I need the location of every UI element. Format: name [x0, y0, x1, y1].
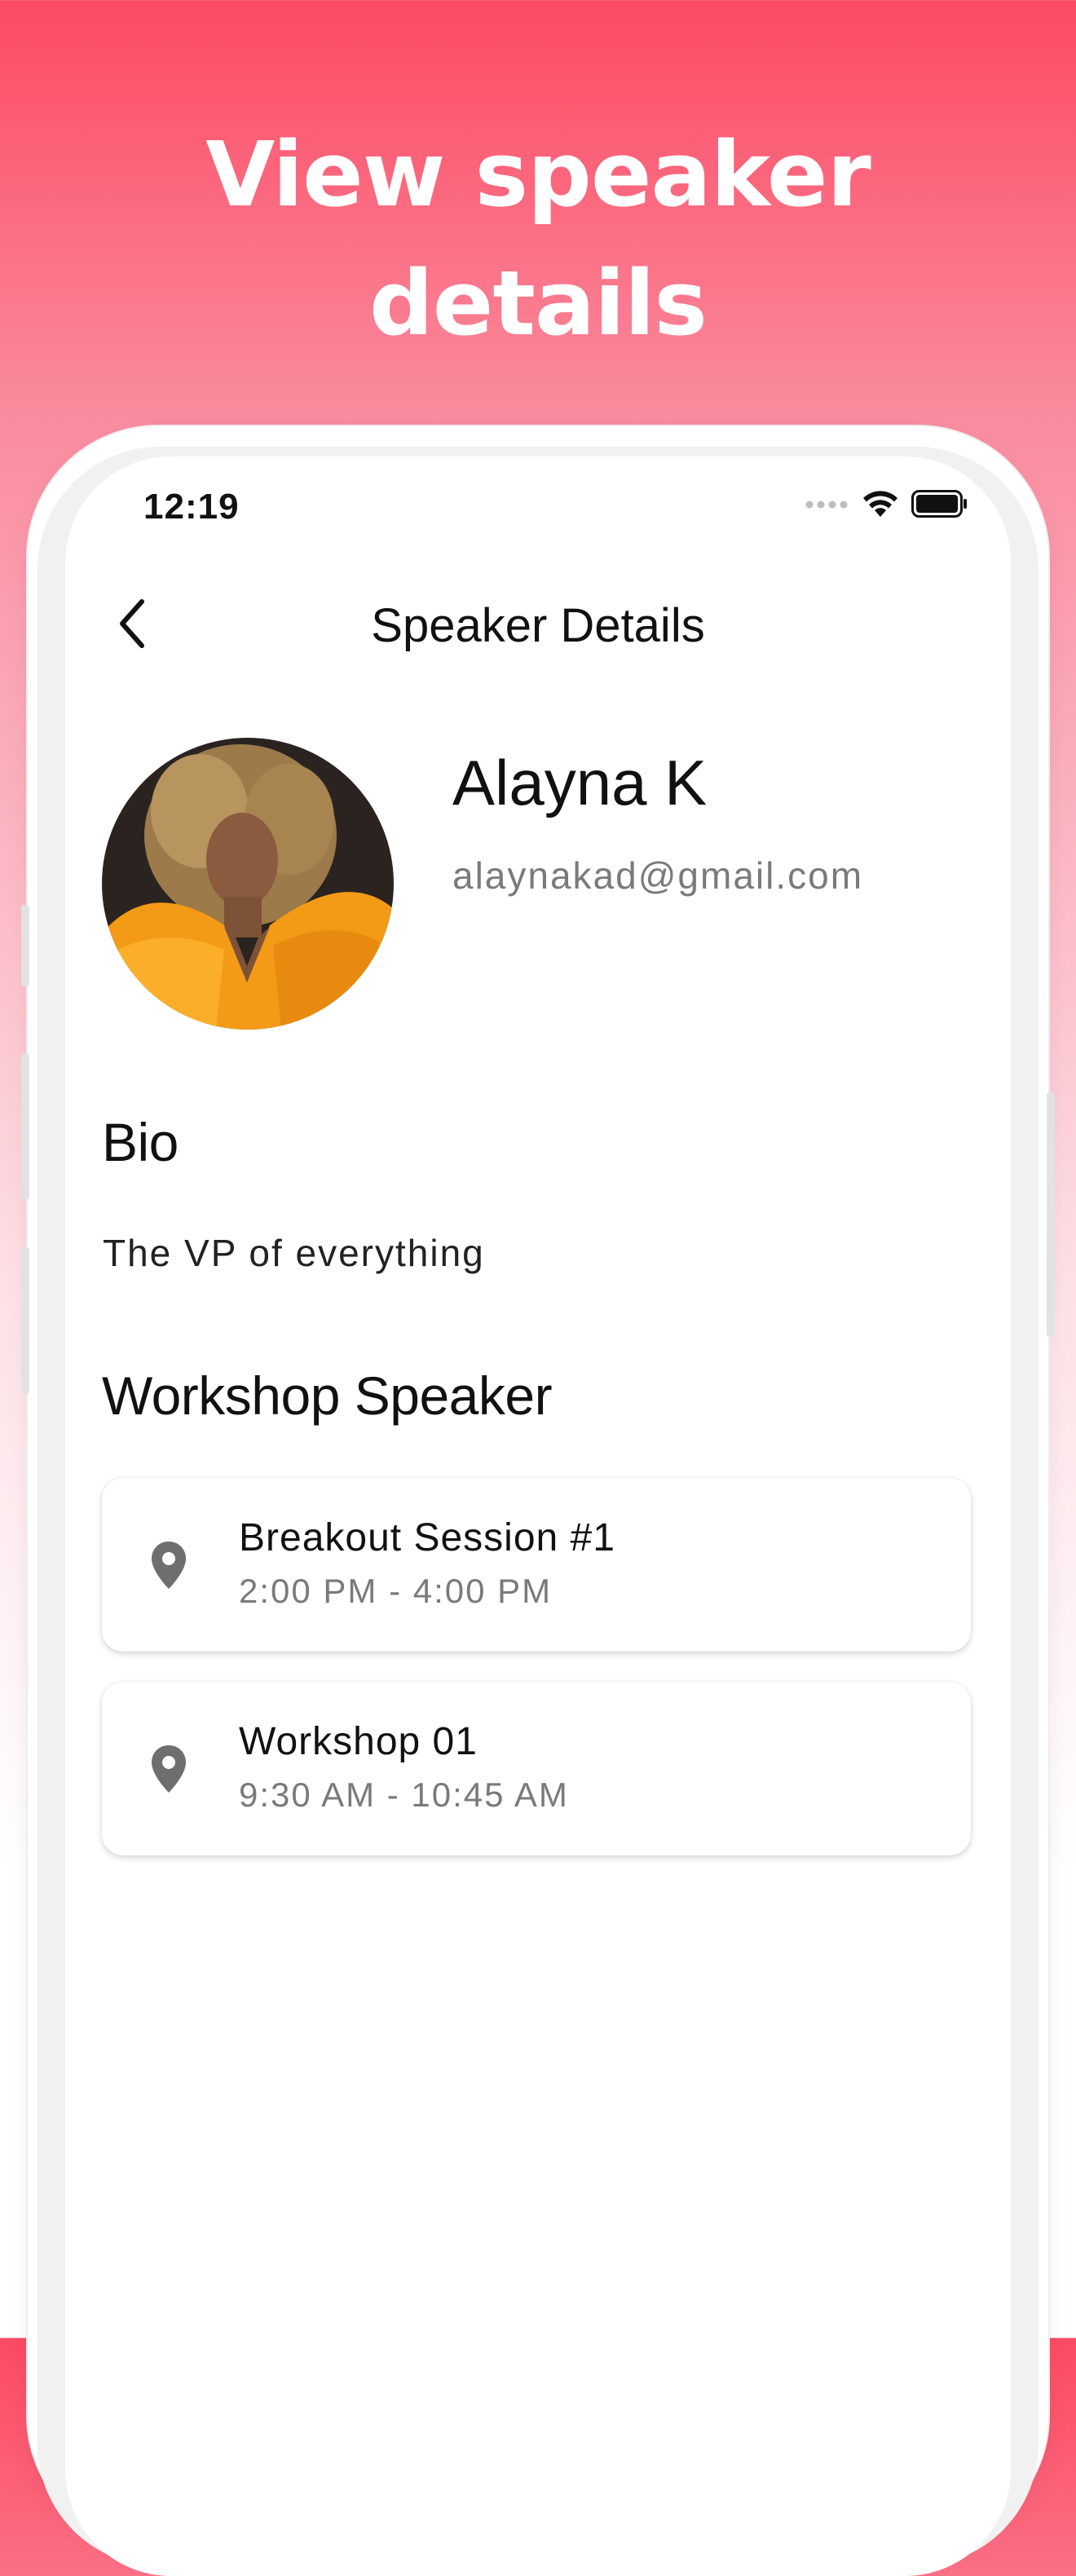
status-icons	[805, 489, 968, 523]
speaker-avatar	[102, 738, 394, 1030]
promo-headline-line2: details	[368, 251, 708, 355]
workshop-heading: Workshop Speaker	[102, 1365, 553, 1426]
phone-side-button	[1047, 1092, 1055, 1337]
session-title: Workshop 01	[239, 1720, 478, 1763]
bio-heading: Bio	[102, 1112, 179, 1172]
session-card[interactable]: Workshop 01 9:30 AM - 10:45 AM	[102, 1682, 971, 1855]
session-time: 2:00 PM - 4:00 PM	[239, 1572, 553, 1610]
session-card[interactable]: Breakout Session #1 2:00 PM - 4:00 PM	[102, 1478, 971, 1652]
session-time: 9:30 AM - 10:45 AM	[239, 1775, 569, 1814]
phone-side-button	[21, 905, 29, 986]
page-title: Speaker Details	[371, 599, 705, 652]
promo-headline-line1: View speaker	[205, 122, 871, 227]
session-title: Breakout Session #1	[239, 1516, 615, 1559]
phone-screen: 12:19 Speaker Details Alayna K alaynakad…	[65, 457, 1011, 2576]
speaker-email: alaynakad@gmail.com	[452, 854, 864, 897]
wifi-icon	[861, 489, 900, 523]
promo-headline: View speaker details	[0, 110, 1076, 368]
cellular-signal-icon	[805, 499, 849, 514]
phone-side-button	[21, 1247, 29, 1394]
speaker-name: Alayna K	[452, 747, 708, 818]
status-time: 12:19	[143, 487, 240, 527]
location-pin-icon	[152, 1745, 186, 1793]
phone-side-button	[21, 1053, 29, 1200]
location-pin-icon	[152, 1542, 186, 1589]
bio-text: The VP of everything	[103, 1232, 485, 1274]
battery-icon	[911, 490, 968, 522]
